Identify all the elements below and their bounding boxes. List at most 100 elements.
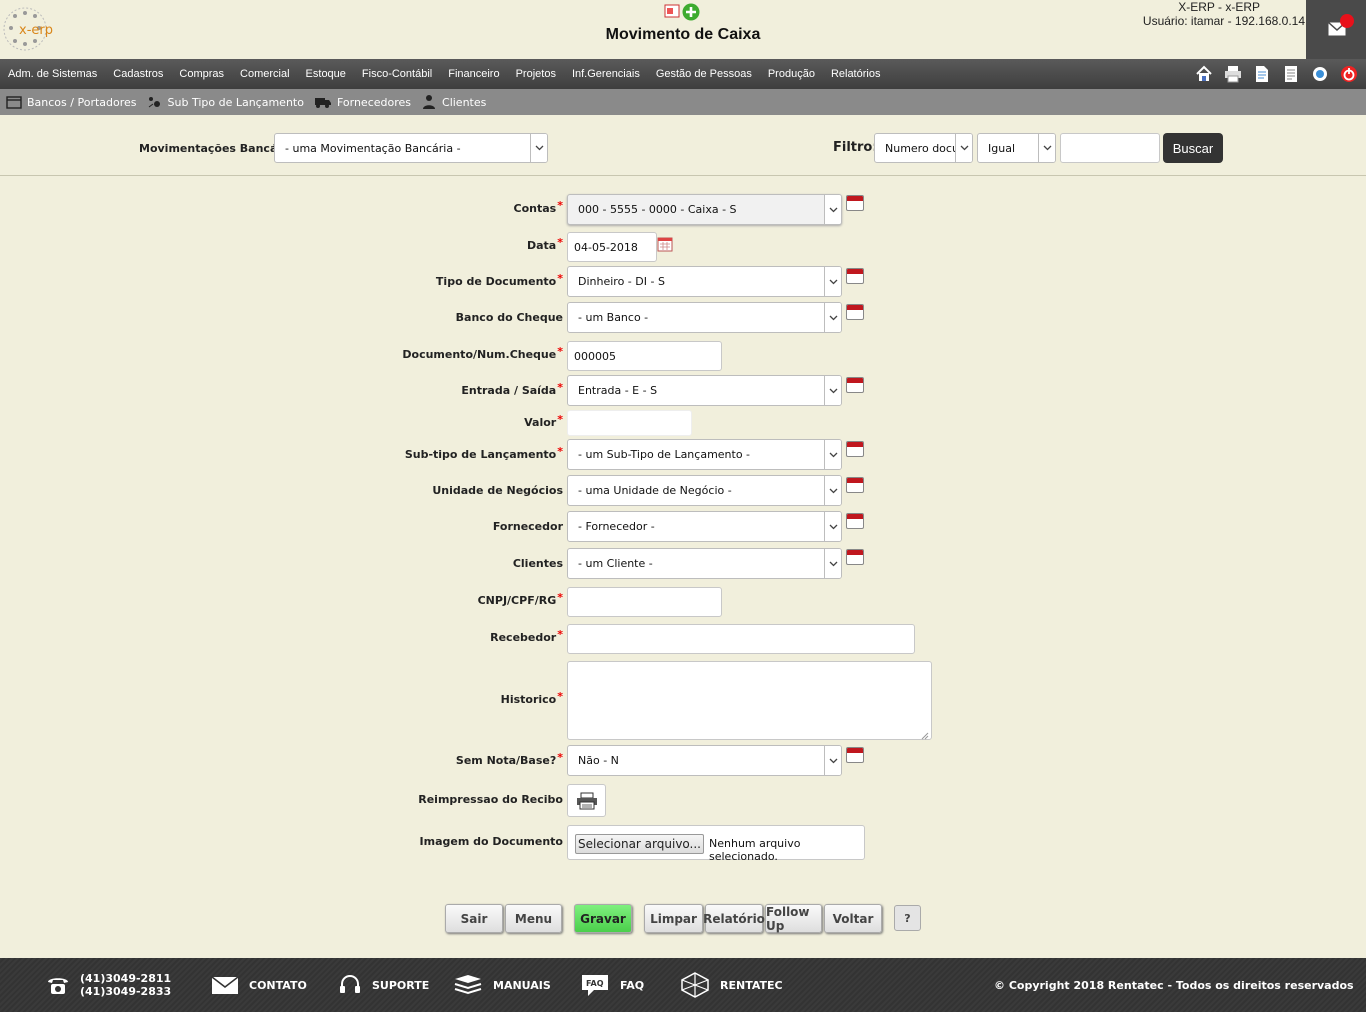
system-name: X-ERP - x-ERP	[1178, 0, 1260, 14]
menu-item-estoque[interactable]: Estoque	[306, 68, 346, 80]
sem-nota-calendar-icon[interactable]	[846, 747, 864, 763]
truck-icon	[314, 98, 331, 108]
chevron-down-icon	[824, 476, 841, 505]
menu-item-compras[interactable]: Compras	[179, 68, 224, 80]
menu-item-inf-gerenciais[interactable]: Inf.Gerenciais	[572, 68, 640, 80]
banco-cheque-calendar-icon[interactable]	[846, 304, 864, 320]
menu-item-producao[interactable]: Produção	[768, 68, 815, 80]
historico-textarea[interactable]	[567, 661, 932, 740]
subnav-bancos[interactable]: Bancos / Portadores	[6, 95, 137, 109]
report-icon[interactable]	[664, 3, 680, 24]
reprint-button[interactable]	[567, 784, 606, 817]
unidade-select[interactable]: - uma Unidade de Negócio -	[567, 475, 842, 506]
banco-cheque-select[interactable]: - um Banco -	[567, 302, 842, 333]
banco-cheque-label: Banco do Cheque	[455, 311, 563, 324]
gravar-button[interactable]: Gravar	[574, 904, 632, 933]
chevron-down-icon	[824, 549, 841, 578]
clientes-label: Clientes	[512, 557, 563, 570]
chevron-down-icon	[824, 195, 841, 224]
entrada-saida-select[interactable]: Entrada - E - S	[567, 375, 842, 406]
print-icon[interactable]	[1224, 65, 1242, 83]
chevron-down-icon	[824, 512, 841, 541]
subtype-icon	[148, 97, 160, 108]
menu-item-financeiro[interactable]: Financeiro	[448, 68, 499, 80]
rentatec-logo-icon	[681, 972, 709, 998]
search-button[interactable]: Buscar	[1163, 133, 1223, 163]
messages-button[interactable]	[1306, 0, 1366, 59]
footer-manuais[interactable]: MANUAIS	[453, 958, 551, 1012]
footer-rentatec[interactable]: RENTATEC	[680, 958, 783, 1012]
menu-item-adm[interactable]: Adm. de Sistemas	[8, 68, 97, 80]
menu-item-cadastros[interactable]: Cadastros	[113, 68, 163, 80]
clientes-select[interactable]: - um Cliente -	[567, 548, 842, 579]
notification-badge	[1340, 14, 1354, 28]
page-icon[interactable]	[1282, 65, 1300, 83]
limpar-button[interactable]: Limpar	[644, 904, 703, 933]
file-upload: Selecionar arquivo... Nenhum arquivo sel…	[567, 825, 865, 863]
sair-button[interactable]: Sair	[445, 904, 503, 933]
bank-icon	[6, 96, 22, 109]
footer-contato[interactable]: CONTATO	[211, 958, 307, 1012]
cloud-icon[interactable]	[1311, 65, 1329, 83]
subnav-clientes[interactable]: Clientes	[421, 94, 486, 110]
clientes-calendar-icon[interactable]	[846, 549, 864, 565]
tipo-doc-label: Tipo de Documento*	[435, 272, 563, 288]
data-input[interactable]: 04-05-2018	[567, 232, 657, 262]
document-icon[interactable]	[1253, 65, 1271, 83]
followup-button[interactable]: Follow Up	[765, 904, 822, 933]
sub-tipo-calendar-icon[interactable]	[846, 441, 864, 457]
resize-handle-icon[interactable]	[920, 729, 929, 743]
sub-tipo-select[interactable]: - um Sub-Tipo de Lançamento -	[567, 439, 842, 470]
unidade-label: Unidade de Negócios	[432, 484, 563, 497]
filter-search-input[interactable]	[1060, 133, 1160, 163]
menu-button[interactable]: Menu	[505, 904, 562, 933]
unidade-calendar-icon[interactable]	[846, 477, 864, 493]
books-icon	[454, 975, 482, 995]
menu-item-fisco[interactable]: Fisco-Contábil	[362, 68, 432, 80]
fornecedor-calendar-icon[interactable]	[846, 513, 864, 529]
filter-row: Movimentações Bancárias - uma Movimentaç…	[0, 116, 1366, 176]
footer-faq[interactable]: FAQ FAQ	[580, 958, 644, 1012]
select-file-button[interactable]: Selecionar arquivo...	[575, 834, 704, 854]
menu-item-comercial[interactable]: Comercial	[240, 68, 290, 80]
footer-suporte[interactable]: SUPORTE	[338, 958, 429, 1012]
menu-item-relatorios[interactable]: Relatórios	[831, 68, 881, 80]
client-icon	[423, 95, 436, 109]
tipo-doc-calendar-icon[interactable]	[846, 268, 864, 284]
recebedor-input[interactable]	[567, 624, 915, 654]
date-picker-icon[interactable]	[657, 236, 673, 255]
contas-calendar-icon[interactable]	[846, 195, 864, 211]
phone-1[interactable]: (41)3049-2811	[80, 972, 171, 985]
historico-label: Historico*	[500, 690, 563, 706]
filter-operator-select[interactable]: Igual	[977, 133, 1056, 163]
svg-text:FAQ: FAQ	[586, 979, 604, 988]
home-icon[interactable]	[1195, 65, 1213, 83]
envelope-icon	[211, 976, 239, 994]
relatorio-button[interactable]: Relatório	[703, 904, 765, 933]
phone-2[interactable]: (41)3049-2833	[80, 985, 171, 998]
documento-input[interactable]: 000005	[567, 341, 722, 371]
help-button[interactable]: ?	[894, 905, 921, 931]
chevron-down-icon	[824, 303, 841, 332]
contas-select[interactable]: 000 - 5555 - 0000 - Caixa - S	[567, 194, 842, 225]
subnav-sub-tipo[interactable]: Sub Tipo de Lançamento	[147, 95, 304, 109]
power-icon[interactable]	[1340, 65, 1358, 83]
fornecedor-label: Fornecedor	[492, 520, 563, 533]
entrada-saida-calendar-icon[interactable]	[846, 377, 864, 393]
fornecedor-select[interactable]: - Fornecedor -	[567, 511, 842, 542]
valor-input[interactable]	[567, 410, 692, 436]
voltar-button[interactable]: Voltar	[824, 904, 882, 933]
cnpj-input[interactable]	[567, 587, 722, 617]
subnav-fornecedores[interactable]: Fornecedores	[314, 95, 411, 109]
menu-item-gestao-pessoas[interactable]: Gestão de Pessoas	[656, 68, 752, 80]
documento-label: Documento/Num.Cheque*	[402, 345, 563, 361]
add-icon[interactable]	[682, 3, 700, 24]
filter-field-select[interactable]: Numero docu	[874, 133, 973, 163]
menu-item-projetos[interactable]: Projetos	[516, 68, 556, 80]
sem-nota-select[interactable]: Não - N	[567, 745, 842, 776]
mov-bancarias-select[interactable]: - uma Movimentação Bancária -	[274, 133, 548, 163]
tipo-doc-select[interactable]: Dinheiro - DI - S	[567, 266, 842, 297]
chevron-down-icon	[530, 134, 547, 162]
file-status: Nenhum arquivo selecionado.	[709, 837, 801, 863]
data-label: Data*	[526, 236, 563, 252]
